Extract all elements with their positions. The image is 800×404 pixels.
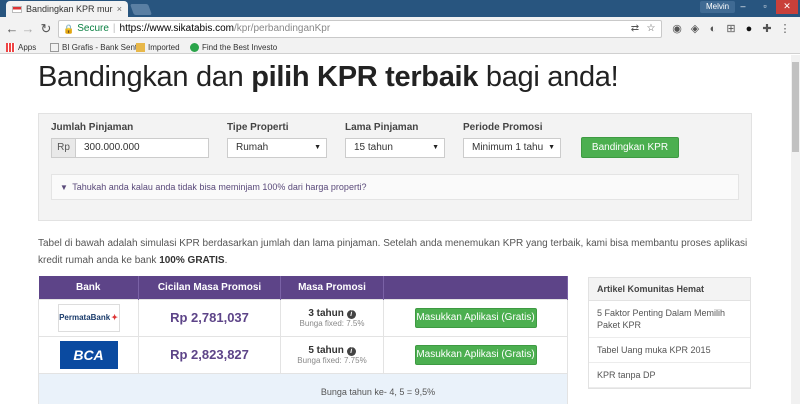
intro-text: Tabel di bawah adalah simulasi KPR berda…	[38, 238, 748, 266]
scrollbar-thumb[interactable]	[792, 62, 799, 152]
table-row: BCA Rp 2,823,827 5 tahun i Bunga fixed: …	[38, 335, 568, 374]
tab-title: Bandingkan KPR murah d	[26, 4, 113, 14]
caret-icon: ▼	[314, 144, 321, 151]
browser-tab[interactable]: Bandingkan KPR murah d ×	[6, 1, 128, 17]
apps-icon	[6, 43, 15, 52]
bca-logo: BCA	[59, 340, 118, 369]
url-host: https://www.sikatabis.com	[119, 23, 234, 34]
chevron-down-icon: ▼	[60, 183, 68, 192]
term-select[interactable]: 15 tahun ▼	[345, 138, 445, 158]
currency-prefix: Rp	[52, 139, 76, 157]
address-bar[interactable]: 🔒 Secure | https://www.sikatabis.com /kp…	[58, 20, 662, 38]
column-header-cicilan: Cicilan Masa Promosi	[138, 276, 281, 299]
article-link[interactable]: KPR tanpa DP	[589, 363, 750, 388]
tip-toggle[interactable]: ▼ Tahukah anda kalau anda tidak bisa mem…	[51, 174, 739, 200]
action-cell: Masukkan Aplikasi (Gratis)	[383, 298, 568, 337]
bookmark-label: Apps	[18, 43, 37, 52]
star-icon[interactable]: ☆	[645, 23, 657, 35]
window-close-icon[interactable]: ✕	[776, 0, 798, 14]
column-header-masa: Masa Promosi	[280, 276, 384, 299]
browser-toolbar: ← → ↻ 🔒 Secure | https://www.sikatabis.c…	[0, 17, 800, 41]
masa-cell: 3 tahun i Bunga fixed: 7.5%	[280, 298, 384, 337]
amount-label: Jumlah Pinjaman	[51, 122, 134, 133]
url-path: /kpr/perbandinganKpr	[234, 23, 331, 34]
extension-icon[interactable]: ◉	[670, 22, 684, 36]
rate-note: Bunga tahun ke- 4, 5 = 9,5%	[38, 372, 568, 404]
article-sidebar: Artikel Komunitas Hemat 5 Faktor Penting…	[588, 277, 751, 389]
tip-text: Tahukah anda kalau anda tidak bisa memin…	[72, 182, 367, 192]
info-icon[interactable]: i	[346, 346, 356, 356]
kpr-table: Bank Cicilan Masa Promosi Masa Promosi P…	[38, 276, 568, 404]
secure-label: Secure	[77, 23, 109, 34]
extension-icon[interactable]: ✚	[760, 22, 774, 36]
extension-icon[interactable]: ⊞	[724, 22, 738, 36]
bookmark-label: Imported	[148, 43, 180, 52]
translate-icon[interactable]: ⇄	[629, 23, 641, 35]
promo-period-label: Periode Promosi	[463, 122, 543, 133]
term-label: Lama Pinjaman	[345, 122, 419, 133]
article-link[interactable]: 5 Faktor Penting Dalam Memilih Paket KPR	[589, 301, 750, 338]
forward-icon[interactable]: →	[20, 21, 36, 37]
bookmark-imported[interactable]: Imported	[136, 42, 180, 53]
cicilan-cell: Rp 2,823,827	[138, 335, 281, 374]
bunga-text: Bunga fixed: 7.75%	[297, 355, 367, 365]
table-header: Bank Cicilan Masa Promosi Masa Promosi	[38, 276, 568, 299]
separator: |	[112, 23, 116, 34]
page-content: Bandingkan dan pilih KPR terbaik bagi an…	[0, 55, 800, 404]
folder-icon	[136, 43, 145, 52]
masa-cell: 5 tahun i Bunga fixed: 7.75%	[280, 335, 384, 374]
table-row: PermataBank✦ Rp 2,781,037 3 tahun i Bung…	[38, 298, 568, 337]
property-type-select[interactable]: Rumah ▼	[227, 138, 327, 158]
back-icon[interactable]: ←	[4, 21, 20, 37]
column-header-bank: Bank	[38, 276, 139, 299]
apply-button[interactable]: Masukkan Aplikasi (Gratis)	[414, 307, 537, 328]
bookmark-bi-grafis[interactable]: BI Grafis - Bank Sentr	[50, 42, 140, 53]
close-icon[interactable]: ×	[117, 4, 122, 14]
search-panel: Jumlah Pinjaman Rp 300.000.000 Tipe Prop…	[38, 113, 752, 221]
bookmark-apps[interactable]: Apps	[6, 42, 36, 53]
info-icon[interactable]: i	[346, 309, 356, 319]
bookmark-label: Find the Best Investo	[202, 43, 278, 52]
page-icon	[50, 43, 59, 52]
page-title: Bandingkan dan pilih KPR terbaik bagi an…	[38, 61, 619, 93]
bookmark-find-investor[interactable]: Find the Best Investo	[190, 42, 277, 53]
maximize-icon[interactable]: ▫	[754, 0, 776, 14]
bank-cell: PermataBank✦	[38, 298, 139, 337]
bookmark-label: BI Grafis - Bank Sentr	[62, 43, 140, 52]
action-cell: Masukkan Aplikasi (Gratis)	[383, 335, 568, 374]
caret-icon: ▼	[548, 144, 555, 151]
reload-icon[interactable]: ↻	[38, 21, 54, 37]
extension-icon[interactable]: ◈	[688, 22, 702, 36]
caret-icon: ▼	[432, 144, 439, 151]
permata-bank-logo: PermataBank✦	[57, 303, 120, 332]
extension-icon[interactable]: ◐	[706, 22, 720, 36]
apply-button[interactable]: Masukkan Aplikasi (Gratis)	[414, 344, 537, 365]
column-header-action	[383, 276, 568, 299]
bunga-text: Bunga fixed: 7.5%	[299, 318, 365, 328]
lock-icon: 🔒	[63, 24, 75, 34]
bookmarks-bar: Apps BI Grafis - Bank Sentr Imported Fin…	[0, 41, 800, 54]
bank-cell: BCA	[38, 335, 139, 374]
browser-titlebar: Bandingkan KPR murah d × Melvin – ▫ ✕	[0, 0, 800, 17]
cicilan-cell: Rp 2,781,037	[138, 298, 281, 337]
user-profile[interactable]: Melvin	[700, 1, 736, 13]
new-tab-button[interactable]	[129, 4, 153, 15]
amount-value[interactable]: 300.000.000	[76, 139, 140, 157]
minimize-icon[interactable]: –	[732, 0, 754, 14]
sidebar-title: Artikel Komunitas Hemat	[589, 278, 750, 301]
menu-icon[interactable]: ⋮	[778, 22, 792, 36]
promo-period-select[interactable]: Minimum 1 tahu ▼	[463, 138, 561, 158]
property-type-label: Tipe Properti	[227, 122, 289, 133]
check-icon	[190, 43, 199, 52]
amount-input[interactable]: Rp 300.000.000	[51, 138, 209, 158]
compare-button[interactable]: Bandingkan KPR	[581, 137, 679, 158]
article-link[interactable]: Tabel Uang muka KPR 2015	[589, 338, 750, 363]
extension-icon[interactable]: ●	[742, 22, 756, 36]
rate-note-row: Bunga tahun ke- 4, 5 = 9,5%	[38, 372, 568, 404]
flag-icon	[12, 5, 22, 13]
